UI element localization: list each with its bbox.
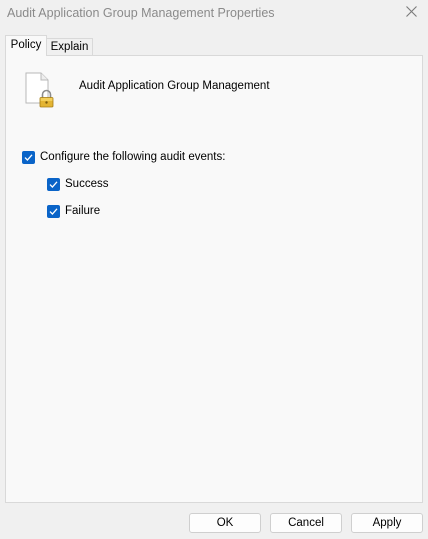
checkmark-icon <box>49 207 58 215</box>
failure-checkbox[interactable] <box>47 204 60 218</box>
checkmark-icon <box>24 153 33 161</box>
tab-policy[interactable]: Policy <box>5 35 47 56</box>
tab-policy-label: Policy <box>10 39 42 51</box>
properties-dialog: Audit Application Group Management Prope… <box>0 0 428 539</box>
success-label: Success <box>65 178 109 190</box>
cancel-button[interactable]: Cancel <box>270 513 342 533</box>
failure-option[interactable]: Failure <box>47 203 100 219</box>
tab-explain-label: Explain <box>50 41 89 53</box>
checkmark-icon <box>49 180 58 188</box>
configure-audit-label: Configure the following audit events: <box>40 151 226 163</box>
locked-document-icon <box>24 72 58 108</box>
title-bar: Audit Application Group Management Prope… <box>0 0 428 27</box>
apply-button[interactable]: Apply <box>351 513 423 533</box>
close-icon <box>406 6 417 17</box>
success-checkbox[interactable] <box>47 177 60 191</box>
failure-label: Failure <box>65 205 101 217</box>
configure-audit-checkbox[interactable] <box>22 150 35 164</box>
configure-audit-option[interactable]: Configure the following audit events: <box>22 149 225 165</box>
policy-panel: Audit Application Group Management Confi… <box>5 55 423 503</box>
tab-explain[interactable]: Explain <box>47 38 93 56</box>
policy-name: Audit Application Group Management <box>79 80 270 92</box>
window-title: Audit Application Group Management Prope… <box>7 6 275 20</box>
ok-button[interactable]: OK <box>189 513 261 533</box>
success-option[interactable]: Success <box>47 176 108 192</box>
close-button[interactable] <box>400 0 424 24</box>
